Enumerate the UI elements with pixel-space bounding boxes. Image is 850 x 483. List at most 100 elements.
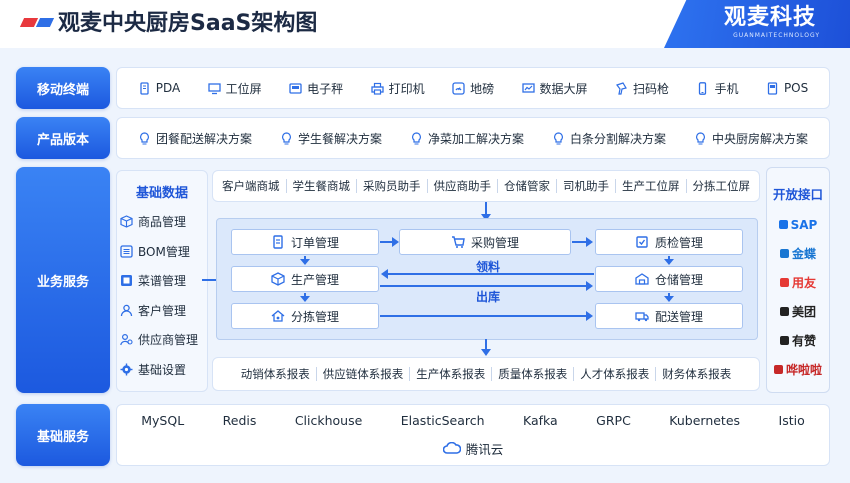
app-item-5: 司机助手 (563, 179, 609, 193)
open-api-logos: SAP 金蝶用友美团有赞哗啦啦 (766, 210, 830, 384)
open-api-logo-5: 哗啦啦 (766, 355, 830, 384)
product-item-3: 白条分割解决方案 (552, 130, 666, 147)
infra-item-6: Kubernetes (669, 412, 741, 428)
app-item-7: 分拣工位屏 (692, 179, 751, 193)
infra-item-3: ElasticSearch (400, 412, 485, 428)
logo-mark-icon (779, 307, 789, 316)
product-item-label: 中央厨房解决方案 (711, 131, 808, 146)
pda-icon (138, 81, 151, 95)
logo-label: 哗啦啦 (785, 363, 822, 377)
infra-item-1: Redis (222, 412, 257, 428)
mobile-items-list: PDA 工位屏 电子秤 打印机 地磅 数据大屏 扫码枪 手机 POS (116, 67, 830, 109)
reports-list: 动销体系报表 供应链体系报表 生产体系报表 质量体系报表 人才体系报表 财务体系报表 (212, 357, 760, 391)
divider (356, 179, 357, 193)
basic-data-item-label: 商品管理 (138, 215, 187, 230)
basic-data-item-4[interactable]: 供应商管理 (120, 325, 210, 355)
bulb-icon (410, 131, 423, 145)
logo-mark-icon (773, 365, 783, 374)
cloud-provider: 腾讯云 (116, 437, 830, 459)
modules-down-arrow (481, 339, 491, 356)
open-api-logo-0: SAP (766, 210, 830, 239)
basic-data-item-label: 菜谱管理 (138, 274, 187, 289)
mobile-item-label: 工位屏 (225, 81, 262, 96)
cloud-icon (442, 442, 461, 454)
product-item-1: 学生餐解决方案 (280, 130, 382, 147)
bulb-icon (138, 131, 151, 145)
bulb-icon (552, 131, 565, 145)
row-label-mobile: 移动终端 (16, 67, 110, 109)
cube-icon (120, 215, 133, 228)
divider (556, 179, 557, 193)
logo-mark-icon (779, 336, 789, 345)
mobile-item-2: 电子秤 (289, 80, 343, 97)
divider (685, 179, 687, 193)
divider (426, 179, 428, 193)
mobile-item-4: 地磅 (452, 80, 494, 97)
weighbridge-icon (452, 81, 465, 95)
app-item-4: 仓储管家 (504, 179, 550, 193)
brand-subtitle: GUANMAITECHNOLOGY (733, 32, 820, 39)
scanner-icon (615, 81, 628, 95)
open-api-logo-4: 有赞 (766, 326, 830, 355)
gear-icon (120, 363, 133, 376)
open-api-logo-2: 用友 (766, 268, 830, 297)
phone-icon (696, 81, 709, 95)
logo-label: 金蝶 (791, 247, 816, 261)
basic-data-item-2[interactable]: 菜谱管理 (120, 266, 210, 296)
row-label-product: 产品版本 (16, 117, 110, 159)
divider (655, 367, 657, 381)
list-icon (120, 245, 133, 258)
basic-data-item-5[interactable]: 基础设置 (120, 355, 210, 385)
mobile-item-label: 地磅 (470, 81, 495, 96)
report-item-2: 生产体系报表 (416, 367, 486, 381)
mobile-item-7: 手机 (696, 80, 738, 97)
flow-label-pick: 领料 (476, 260, 501, 274)
app-item-0: 客户端商城 (222, 179, 280, 193)
app-item-6: 生产工位屏 (622, 179, 680, 193)
mobile-item-8: POS (766, 81, 808, 95)
open-api-title: 开放接口 (772, 187, 823, 202)
brand-name: 观麦科技 (723, 5, 816, 30)
user-icon (120, 304, 133, 317)
product-item-4: 中央厨房解决方案 (694, 130, 808, 147)
logo-label: 美团 (791, 305, 816, 319)
product-item-label: 学生餐解决方案 (297, 131, 382, 146)
logo-label: 用友 (791, 276, 816, 290)
open-api-logo-3: 美团 (766, 297, 830, 326)
printer-icon (370, 82, 384, 95)
infra-item-0: MySQL (141, 412, 185, 428)
bulb-icon (694, 131, 707, 145)
scale-icon (289, 82, 302, 95)
report-item-1: 供应链体系报表 (322, 367, 404, 381)
divider (491, 367, 493, 381)
monitor-icon (208, 82, 221, 95)
divider (573, 367, 575, 381)
logo-label: SAP (790, 217, 818, 232)
mobile-item-label: 数据大屏 (539, 81, 588, 96)
module-flow-arrows (300, 237, 674, 321)
logo-label: 有赞 (791, 334, 816, 348)
basic-data-item-1[interactable]: BOM管理 (120, 237, 210, 267)
basic-data-item-label: 客户管理 (138, 303, 187, 318)
logo-mark-icon (779, 278, 789, 287)
flow-label-outbound: 出库 (476, 290, 501, 304)
mobile-item-5: 数据大屏 (521, 80, 588, 97)
mobile-item-label: 打印机 (388, 81, 425, 96)
mobile-item-label: POS (783, 81, 809, 95)
row-label-business: 业务服务 (16, 167, 110, 393)
basic-data-item-label: 供应商管理 (138, 333, 199, 348)
basic-data-item-0[interactable]: 商品管理 (120, 207, 210, 237)
divider (285, 179, 287, 193)
mobile-item-label: 手机 (714, 81, 739, 96)
infra-items-list: MySQL Redis Clickhouse ElasticSearch Kafka GR… (116, 408, 830, 432)
report-item-5: 财务体系报表 (662, 367, 732, 381)
page-title: 观麦中央厨房SaaS架构图 (58, 11, 318, 36)
dashboard-icon (521, 82, 535, 95)
mobile-item-label: 电子秤 (307, 81, 344, 96)
app-item-2: 采购员助手 (363, 179, 421, 193)
basic-data-item-label: BOM管理 (138, 244, 190, 259)
product-items-list: 团餐配送解决方案 学生餐解决方案 净菜加工解决方案 白条分割解决方案 中央厨房解决方案 (116, 117, 830, 159)
basic-data-item-3[interactable]: 客户管理 (120, 296, 210, 326)
basic-data-title: 基础数据 (135, 186, 188, 201)
logo-mark-icon (778, 220, 788, 229)
